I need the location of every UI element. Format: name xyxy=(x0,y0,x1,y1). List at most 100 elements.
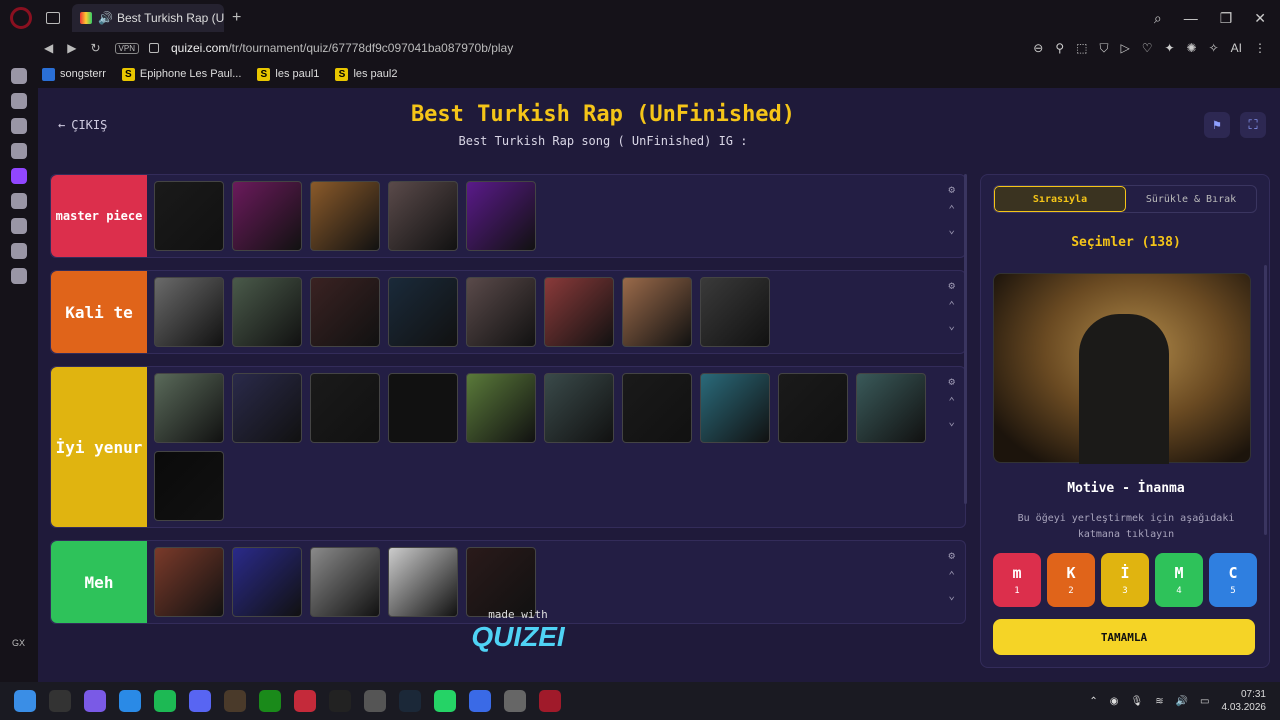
reload-icon[interactable]: ↻ xyxy=(90,41,100,55)
song-thumbnail[interactable] xyxy=(154,373,224,443)
song-thumbnail[interactable] xyxy=(856,373,926,443)
song-thumbnail[interactable] xyxy=(154,547,224,617)
zoom-icon[interactable]: ⊖ xyxy=(1033,41,1043,55)
app-gray-icon[interactable] xyxy=(504,690,526,712)
search-taskbar-icon[interactable] xyxy=(49,690,71,712)
song-thumbnail[interactable] xyxy=(388,373,458,443)
song-thumbnail[interactable] xyxy=(466,373,536,443)
song-thumbnail[interactable] xyxy=(154,451,224,521)
battery-icon[interactable]: ▭ xyxy=(1200,696,1209,707)
epic-games-icon[interactable] xyxy=(329,690,351,712)
song-thumbnail[interactable] xyxy=(388,277,458,347)
chevron-up-icon[interactable]: ⌃ xyxy=(948,395,955,408)
vpn-badge[interactable]: VPN xyxy=(114,42,139,54)
song-thumbnail[interactable] xyxy=(310,181,380,251)
gear-icon[interactable]: ⚙ xyxy=(948,549,955,562)
opera-gx-taskbar-icon[interactable] xyxy=(224,690,246,712)
song-thumbnail[interactable] xyxy=(622,373,692,443)
gear-icon[interactable]: ⚙ xyxy=(948,279,955,292)
clock[interactable]: 07:31 4.03.2026 xyxy=(1222,688,1267,714)
song-thumbnail[interactable] xyxy=(310,277,380,347)
snapshot-icon[interactable]: ⬚ xyxy=(1076,41,1087,55)
app-red-icon[interactable] xyxy=(294,690,316,712)
app-blue-icon[interactable] xyxy=(469,690,491,712)
song-thumbnail[interactable] xyxy=(388,547,458,617)
gear-icon[interactable]: ⚙ xyxy=(948,375,955,388)
chevron-down-icon[interactable]: ⌄ xyxy=(948,589,955,602)
tier-button[interactable]: M4 xyxy=(1155,553,1203,607)
browser-tab[interactable]: 🔊 Best Turkish Rap (UnFin xyxy=(72,4,224,32)
forward-icon[interactable]: ▶ xyxy=(67,41,76,55)
discord-icon[interactable] xyxy=(189,690,211,712)
bookmark-songsterr[interactable]: songsterr xyxy=(42,67,106,81)
mode-ordered-button[interactable]: Sırasıyla xyxy=(994,186,1126,212)
song-thumbnail[interactable] xyxy=(700,373,770,443)
tier-label[interactable]: Kali te xyxy=(51,271,147,353)
twitch-icon[interactable] xyxy=(11,168,27,184)
song-thumbnail[interactable] xyxy=(466,277,536,347)
sidebar-tool-icon[interactable] xyxy=(11,68,27,84)
tier-button[interactable]: m1 xyxy=(993,553,1041,607)
song-thumbnail[interactable] xyxy=(232,373,302,443)
song-thumbnail[interactable] xyxy=(232,547,302,617)
maximize-button[interactable]: ❐ xyxy=(1220,10,1233,27)
song-thumbnail[interactable] xyxy=(622,277,692,347)
sidebar-star-icon[interactable] xyxy=(11,143,27,159)
tab-menu-icon[interactable] xyxy=(46,12,60,24)
panel-scrollbar[interactable] xyxy=(1264,265,1267,535)
song-thumbnail[interactable] xyxy=(154,181,224,251)
song-thumbnail[interactable] xyxy=(310,547,380,617)
spotify-taskbar-icon[interactable] xyxy=(154,690,176,712)
chevron-up-icon[interactable]: ⌃ xyxy=(948,569,955,582)
volume-icon[interactable]: 🔊 xyxy=(1176,696,1188,707)
flag-button[interactable]: ⚑ xyxy=(1204,112,1230,138)
close-button[interactable]: ✕ xyxy=(1254,10,1266,27)
history-icon[interactable] xyxy=(11,218,27,234)
song-thumbnail[interactable] xyxy=(232,181,302,251)
play-icon[interactable]: ▷ xyxy=(1120,41,1129,55)
copilot-icon[interactable] xyxy=(84,690,106,712)
shield-icon[interactable]: ⛉ xyxy=(1099,41,1108,56)
chevron-down-icon[interactable]: ⌄ xyxy=(948,415,955,428)
minimize-button[interactable]: — xyxy=(1184,10,1198,26)
tier-label[interactable]: İyi yenur xyxy=(51,367,147,527)
song-thumbnail[interactable] xyxy=(466,547,536,617)
heart-icon[interactable]: ♡ xyxy=(1142,41,1153,55)
mode-drag-button[interactable]: Sürükle & Bırak xyxy=(1126,186,1256,212)
song-thumbnail[interactable] xyxy=(466,181,536,251)
new-tab-button[interactable]: + xyxy=(232,9,241,27)
tray-steam-icon[interactable]: ◉ xyxy=(1110,696,1119,707)
song-thumbnail[interactable] xyxy=(232,277,302,347)
spotify-icon[interactable] xyxy=(11,193,27,209)
tier-button[interactable]: C5 xyxy=(1209,553,1257,607)
sidebar-game-icon[interactable] xyxy=(11,118,27,134)
back-icon[interactable]: ◀ xyxy=(44,41,53,55)
complete-button[interactable]: TAMAMLA xyxy=(993,619,1255,655)
tier-button[interactable]: K2 xyxy=(1047,553,1095,607)
media-player-icon[interactable] xyxy=(364,690,386,712)
whatsapp-icon[interactable] xyxy=(434,690,456,712)
menu-icon[interactable]: ⋮ xyxy=(1254,41,1266,55)
ai-button[interactable]: AI xyxy=(1231,41,1242,55)
song-thumbnail[interactable] xyxy=(544,373,614,443)
search-icon[interactable]: ⌕ xyxy=(1154,10,1162,27)
extension-icon-3[interactable]: ✧ xyxy=(1209,41,1219,55)
song-thumbnail[interactable] xyxy=(778,373,848,443)
tier-label[interactable]: Meh xyxy=(51,541,147,623)
lock-icon[interactable] xyxy=(148,43,159,53)
url-field[interactable]: quizei.com/tr/tournament/quiz/67778df9c0… xyxy=(171,41,513,55)
chevron-down-icon[interactable]: ⌄ xyxy=(948,319,955,332)
song-thumbnail[interactable] xyxy=(388,181,458,251)
edge-icon[interactable] xyxy=(119,690,141,712)
windows-start-icon[interactable] xyxy=(14,690,36,712)
extensions-icon[interactable] xyxy=(11,243,27,259)
bookmark-epiphone[interactable]: S Epiphone Les Paul... xyxy=(121,67,241,81)
extension-icon[interactable]: ✦ xyxy=(1164,41,1174,55)
xbox-icon[interactable] xyxy=(259,690,281,712)
chevron-up-icon[interactable]: ⌃ xyxy=(948,203,955,216)
gear-icon[interactable]: ⚙ xyxy=(948,183,955,196)
tier-button[interactable]: İ3 xyxy=(1101,553,1149,607)
tier-label[interactable]: master piece xyxy=(51,175,147,257)
opera-logo-icon[interactable] xyxy=(10,7,32,29)
song-thumbnail[interactable] xyxy=(544,277,614,347)
